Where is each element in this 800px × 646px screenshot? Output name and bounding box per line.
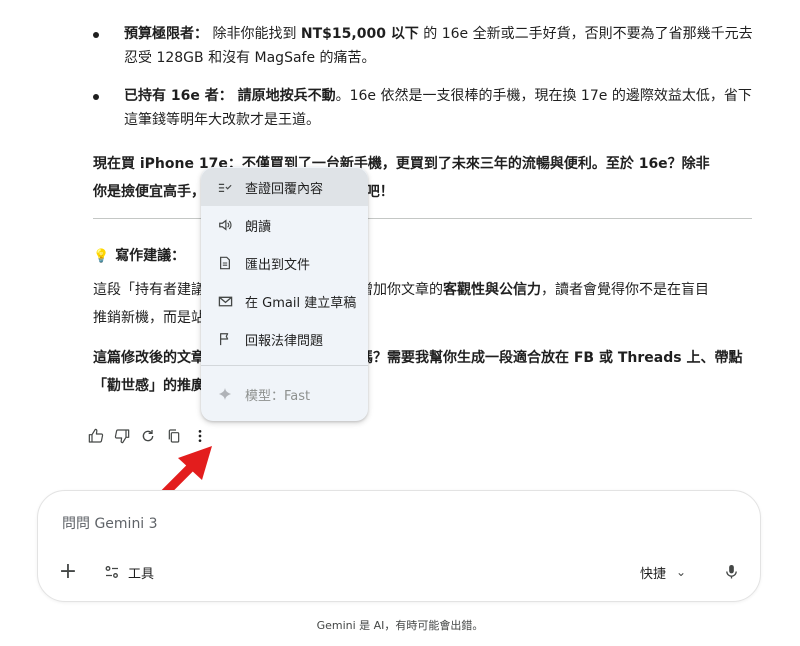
- menu-item-read-aloud[interactable]: 朗讀: [201, 206, 368, 244]
- more-options-menu: 查證回覆內容 朗讀 匯出到文件 在 Gmail 建立草稿 回報法律問題 模型：F…: [201, 167, 368, 421]
- thumbs-up-icon: [88, 428, 104, 443]
- summary-line: 你是撿便宜高手，否則就讓它留在 2025 年吧！: [93, 184, 394, 200]
- menu-item-label: 模型：Fast: [245, 388, 311, 404]
- bullet-strong: NT$15,000 以下: [300, 26, 419, 42]
- microphone-button[interactable]: [721, 560, 741, 582]
- lightbulb-icon: 💡: [93, 249, 110, 264]
- menu-item-label: 回報法律問題: [245, 333, 324, 349]
- bullet-strong: 請原地按兵不動: [232, 88, 336, 104]
- tip-line: 推銷新機，而是站在消費者的角度思考。: [93, 304, 757, 332]
- thumbs-up-button[interactable]: [86, 426, 106, 446]
- menu-item-report-legal[interactable]: 回報法律問題: [201, 320, 368, 358]
- menu-item-gmail-draft[interactable]: 在 Gmail 建立草稿: [201, 282, 368, 320]
- disclaimer-text: Gemini 是 AI，有時可能會出錯。: [316, 619, 484, 632]
- double-check-icon: [217, 179, 233, 195]
- mode-selector[interactable]: 快捷 ⌄: [640, 561, 686, 583]
- tip-strong: 客觀性與公信力: [443, 282, 541, 298]
- menu-item-label: 匯出到文件: [245, 257, 311, 273]
- bullet-bold: 預算極限者：: [124, 26, 208, 42]
- prompt-input[interactable]: 問問 Gemini 3: [62, 513, 158, 533]
- plus-icon: +: [58, 558, 78, 584]
- microphone-icon: [725, 564, 737, 579]
- bullet-text: 預算極限者： 除非你能找到 NT$15,000 以下 的 16e 全新或二手好貨…: [124, 22, 756, 70]
- bullet-text: 已持有 16e 者： 請原地按兵不動。16e 依然是一支很棒的手機，現在換 17…: [124, 84, 756, 132]
- bullet-dot: [93, 94, 99, 100]
- menu-item-label: 朗讀: [245, 219, 272, 235]
- mode-label: 快捷: [640, 566, 667, 582]
- menu-item-export-docs[interactable]: 匯出到文件: [201, 244, 368, 282]
- thumbs-down-icon: [114, 429, 130, 444]
- summary-paragraph: 現在買 iPhone 17e：不僅買到了一台新手機，更買到了未來三年的流暢與便利…: [93, 150, 757, 206]
- document-icon: [217, 255, 233, 271]
- prompt-input-box: 問問 Gemini 3 + 工具 快捷 ⌄: [37, 490, 761, 602]
- tip-heading-text: 寫作建議：: [115, 248, 186, 264]
- followup-paragraph: 這篇修改後的文章，你覺得還需要補充什麼嗎？需要我幫你生成一段適合放在 FB 或 …: [93, 344, 757, 400]
- flag-icon: [217, 331, 233, 347]
- tip-paragraph: 這段「持有者建議」加入了客觀的對比，能增加你文章的客觀性與公信力，讀者會覺得你不…: [93, 276, 757, 332]
- bullet-bold: 已持有 16e 者：: [124, 88, 233, 104]
- tip-text: ，讀者會覺得你不是在盲目: [541, 282, 709, 298]
- list-item: 預算極限者： 除非你能找到 NT$15,000 以下 的 16e 全新或二手好貨…: [93, 22, 756, 70]
- tip-line: 這段「持有者建議」加入了客觀的對比，能增加你文章的客觀性與公信力，讀者會覺得你不…: [93, 276, 757, 304]
- menu-item-label: 在 Gmail 建立草稿: [245, 295, 357, 311]
- bullet-text-part: 除非你能找到: [208, 26, 301, 42]
- sparkle-icon: [217, 386, 233, 402]
- add-attachment-button[interactable]: +: [58, 558, 78, 584]
- gmail-icon: [217, 293, 233, 309]
- menu-item-double-check[interactable]: 查證回覆內容: [201, 168, 368, 206]
- divider: [93, 218, 752, 219]
- followup-line: 這篇修改後的文章，你覺得還需要補充什麼嗎？需要我幫你生成一段適合放在 FB 或 …: [93, 350, 743, 366]
- speaker-icon: [217, 217, 233, 233]
- tools-label: 工具: [128, 566, 155, 582]
- menu-item-model-info: 模型：Fast: [201, 375, 368, 413]
- tools-button[interactable]: 工具: [104, 561, 154, 583]
- thumbs-down-button[interactable]: [112, 426, 132, 446]
- chevron-down-icon: ⌄: [676, 565, 687, 579]
- menu-item-label: 查證回覆內容: [245, 181, 324, 197]
- summary-line: 現在買 iPhone 17e：不僅買到了一台新手機，更買到了未來三年的流暢與便利…: [93, 156, 710, 172]
- bullet-dot: [93, 32, 99, 38]
- tip-heading: 💡 寫作建議：: [93, 244, 185, 269]
- menu-separator: [201, 365, 368, 366]
- followup-line: 「勸世感」的推廣文案嗎？: [93, 378, 261, 394]
- list-item: 已持有 16e 者： 請原地按兵不動。16e 依然是一支很棒的手機，現在換 17…: [93, 84, 756, 132]
- tools-icon: [105, 566, 118, 578]
